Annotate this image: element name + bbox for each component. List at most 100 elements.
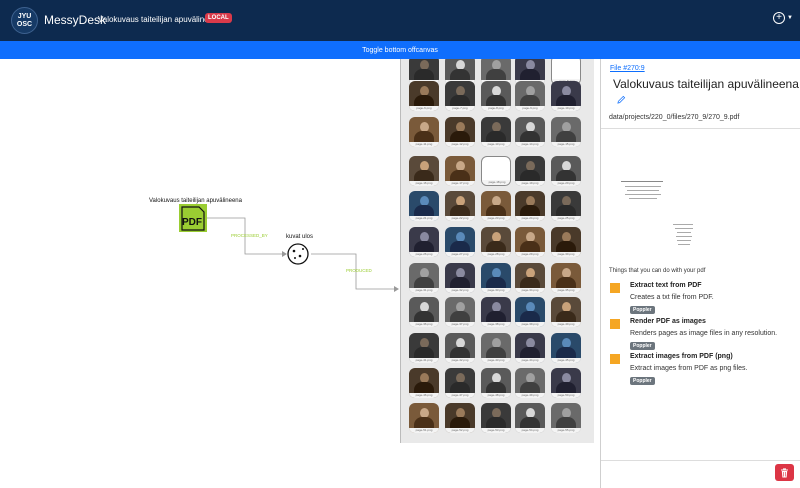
delete-button[interactable] (775, 464, 794, 481)
image-thumbnail[interactable]: page-49.png (515, 368, 545, 398)
image-thumbnail[interactable]: page-37.png (445, 297, 475, 327)
file-path: data/projects/220_0/files/270_9/270_9.pd… (609, 114, 740, 121)
action-extract-images-png[interactable]: Extract images from PDF (png) Extract im… (610, 353, 795, 385)
image-thumbnail[interactable]: page-15.png (551, 117, 581, 147)
image-thumbnail[interactable]: page-54.png (515, 403, 545, 433)
image-thumbnail[interactable]: page-22.png (445, 191, 475, 221)
image-thumbnail[interactable]: page-6.png (409, 81, 439, 111)
image-thumbnail[interactable]: page-33.png (481, 263, 511, 293)
image-thumbnail[interactable]: page-16.png (409, 156, 439, 186)
pdf-file-icon[interactable]: PDF (179, 204, 207, 232)
preview-text-line (675, 228, 693, 229)
image-thumbnail[interactable]: page-19.png (515, 156, 545, 186)
caret-down-icon: ▼ (787, 15, 793, 21)
image-thumbnail[interactable]: page-39.png (515, 297, 545, 327)
image-thumbnail[interactable]: page-41.png (409, 333, 439, 363)
image-thumbnail[interactable]: page-21.png (409, 191, 439, 221)
thumbnail-caption: page-20.png (551, 181, 581, 186)
thumbnail-caption: page-39.png (515, 322, 545, 327)
file-id-link[interactable]: File #270:9 (610, 65, 645, 72)
action-square-icon (610, 354, 620, 364)
image-thumbnail[interactable]: page-34.png (515, 263, 545, 293)
action-extract-text[interactable]: Extract text from PDF Creates a txt file… (610, 282, 795, 314)
image-thumbnail[interactable]: page-40.png (551, 297, 581, 327)
image-thumbnail[interactable]: page-18.png (481, 156, 511, 186)
image-thumbnail[interactable]: page-29.png (515, 227, 545, 257)
thumbnail-caption: page-50.png (551, 393, 581, 398)
preview-text-line (677, 240, 691, 241)
preview-text-line (673, 224, 693, 225)
thumbnail-caption: page-21.png (409, 216, 439, 221)
pdf-icon-text: PDF (182, 217, 202, 228)
image-thumbnail[interactable]: page-47.png (445, 368, 475, 398)
action-render-pdf-images[interactable]: Render PDF as images Renders pages as im… (610, 318, 795, 350)
image-thumbnail[interactable]: page-48.png (481, 368, 511, 398)
panel-footer (601, 460, 800, 488)
thumbnail-caption: page-36.png (409, 322, 439, 327)
preview-text-line (677, 232, 691, 233)
image-thumbnail[interactable]: page-38.png (481, 297, 511, 327)
add-menu-button[interactable]: + ▼ (773, 12, 793, 24)
image-thumbnail[interactable]: page-31.png (409, 263, 439, 293)
image-thumbnail[interactable]: page-42.png (445, 333, 475, 363)
thumbnail-caption: page-51.png (409, 428, 439, 433)
pencil-icon[interactable] (617, 95, 626, 104)
image-thumbnail[interactable]: page-9.png (515, 81, 545, 111)
image-thumbnail[interactable]: page-53.png (481, 403, 511, 433)
image-thumbnail[interactable]: page-20.png (551, 156, 581, 186)
image-thumbnail[interactable]: page-46.png (409, 368, 439, 398)
image-thumbnail[interactable]: page-51.png (409, 403, 439, 433)
image-thumbnail[interactable]: page-14.png (515, 117, 545, 147)
image-thumbnail[interactable]: page-11.png (409, 117, 439, 147)
image-thumbnail[interactable]: page-25.png (551, 191, 581, 221)
image-thumbnail[interactable]: page-7.png (445, 81, 475, 111)
image-thumbnail[interactable]: page-43.png (481, 333, 511, 363)
image-thumbnail[interactable]: page-44.png (515, 333, 545, 363)
image-thumbnail[interactable]: page-32.png (445, 263, 475, 293)
image-thumbnail[interactable]: page-45.png (551, 333, 581, 363)
project-title: Valokuvaus taiteilijan apuvälineena (98, 15, 222, 24)
thumbnail-caption: page-45.png (551, 358, 581, 363)
image-thumbnail[interactable]: page-30.png (551, 227, 581, 257)
image-thumbnail[interactable]: page-8.png (481, 81, 511, 111)
action-name[interactable]: Render PDF as images (630, 318, 706, 325)
action-name[interactable]: Extract images from PDF (png) (630, 353, 733, 360)
thumbnail-caption: page-48.png (481, 393, 511, 398)
pdf-preview[interactable] (609, 133, 791, 261)
edge-processed-by-label: PROCESSED_BY (231, 233, 268, 238)
toggle-bottom-offcanvas-button[interactable]: Toggle bottom offcanvas (0, 41, 800, 59)
graph-canvas[interactable]: PROCESSED_BY PRODUCED Valokuvaus taiteil… (0, 59, 400, 488)
cookie-icon[interactable] (287, 243, 309, 265)
thumbnail-caption: page-9.png (515, 106, 545, 111)
thumbnail-caption: page-54.png (515, 428, 545, 433)
plus-circle-icon: + (773, 12, 785, 24)
edge-processed-by-arrow (282, 251, 287, 257)
action-name[interactable]: Extract text from PDF (630, 282, 702, 289)
image-thumbnail[interactable]: page-24.png (515, 191, 545, 221)
local-badge: LOCAL (205, 13, 232, 23)
thumbnail-caption: page-46.png (409, 393, 439, 398)
image-thumbnail[interactable]: page-28.png (481, 227, 511, 257)
image-thumbnail[interactable]: page-12.png (445, 117, 475, 147)
image-thumbnail[interactable]: page-13.png (481, 117, 511, 147)
image-thumbnail[interactable]: page-23.png (481, 191, 511, 221)
thumbnail-caption: page-29.png (515, 252, 545, 257)
image-thumbnail[interactable]: page-10.png (551, 81, 581, 111)
image-thumbnail[interactable]: page-50.png (551, 368, 581, 398)
image-thumbnail[interactable]: page-17.png (445, 156, 475, 186)
jyu-osc-logo[interactable]: JYU OSC (11, 7, 38, 34)
image-thumbnail[interactable]: page-55.png (551, 403, 581, 433)
preview-text-line (621, 181, 663, 182)
image-thumbnail[interactable]: page-52.png (445, 403, 475, 433)
image-thumbnail[interactable]: page-26.png (409, 227, 439, 257)
image-thumbnail[interactable]: page-27.png (445, 227, 475, 257)
brand-name[interactable]: MessyDesk (44, 13, 106, 27)
image-thumbnail[interactable]: page-36.png (409, 297, 439, 327)
image-thumbnail[interactable]: page-35.png (551, 263, 581, 293)
thumbnail-caption: page-25.png (551, 216, 581, 221)
thumbnail-caption: page-12.png (445, 142, 475, 147)
thumbnail-caption: page-23.png (481, 216, 511, 221)
thumbnail-caption: page-38.png (481, 322, 511, 327)
thumbnail-caption: page-15.png (551, 142, 581, 147)
image-grid[interactable]: page-1.pngpage-2.pngpage-3.pngpage-4.png… (400, 59, 594, 443)
